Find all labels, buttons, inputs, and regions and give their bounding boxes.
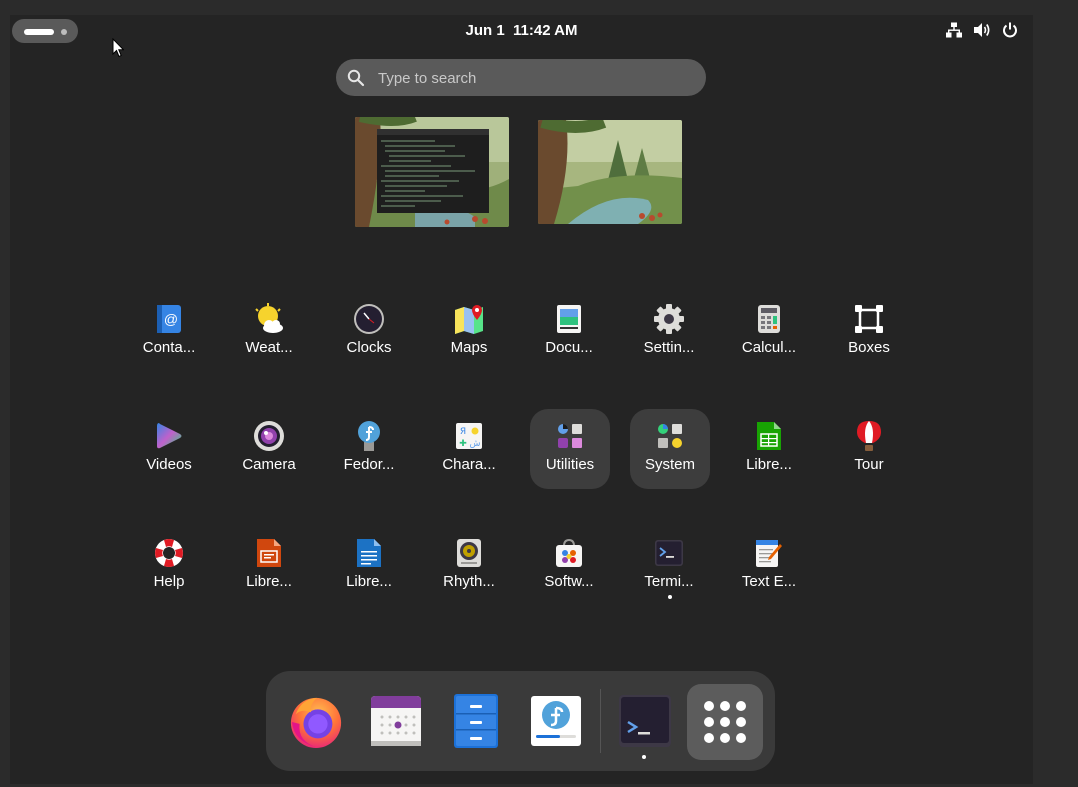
libreoffice-impress-icon xyxy=(253,537,285,569)
text-editor-icon xyxy=(753,537,785,569)
app-label: Calcul... xyxy=(741,339,797,356)
app-label: Boxes xyxy=(848,339,890,356)
app-label: Clocks xyxy=(346,339,392,356)
app-boxes[interactable]: Boxes xyxy=(829,292,909,372)
app-label: Fedor... xyxy=(343,456,395,473)
weather-icon xyxy=(253,303,285,335)
app-libreoffice-impress[interactable]: Libre... xyxy=(229,526,309,606)
app-label: System xyxy=(644,456,695,473)
workspace-2-thumbnail[interactable] xyxy=(538,120,682,224)
app-software[interactable]: Softw... xyxy=(529,526,609,606)
app-characters[interactable]: Я ✚ ش Chara... xyxy=(429,409,509,489)
svg-text:ش: ش xyxy=(470,439,481,449)
clock[interactable]: Jun 1 11:42 AM xyxy=(10,22,1033,39)
calculator-icon xyxy=(753,303,785,335)
svg-text:✚: ✚ xyxy=(459,439,467,449)
boxes-icon xyxy=(853,303,885,335)
app-tour[interactable]: Tour xyxy=(829,409,909,489)
files-icon[interactable] xyxy=(448,693,504,749)
workspace-1-thumbnail[interactable] xyxy=(355,117,509,227)
app-label: Conta... xyxy=(142,339,196,356)
app-clocks[interactable]: Clocks xyxy=(329,292,409,372)
app-terminal[interactable]: Termi... xyxy=(629,526,709,606)
app-help[interactable]: Help xyxy=(129,526,209,606)
system-tray[interactable] xyxy=(945,21,1019,39)
app-fedora-media-writer[interactable]: Fedor... xyxy=(329,409,409,489)
settings-icon xyxy=(653,303,685,335)
network-icon[interactable] xyxy=(945,21,963,39)
firefox-icon[interactable] xyxy=(288,693,344,749)
app-label: Utilities xyxy=(545,456,595,473)
show-apps-icon xyxy=(704,701,746,743)
app-maps[interactable]: Maps xyxy=(429,292,509,372)
fedora-installer-icon[interactable] xyxy=(528,693,584,749)
app-libreoffice-writer[interactable]: Libre... xyxy=(329,526,409,606)
running-indicator xyxy=(642,755,646,759)
svg-text:Я: Я xyxy=(460,427,466,437)
app-label: Settin... xyxy=(643,339,695,356)
contacts-icon: @ xyxy=(153,303,185,335)
app-weather[interactable]: Weat... xyxy=(229,292,309,372)
search-bar[interactable] xyxy=(336,59,706,98)
top-bar: Jun 1 11:42 AM xyxy=(10,15,1033,47)
running-indicator xyxy=(668,595,672,599)
app-calculator[interactable]: Calcul... xyxy=(729,292,809,372)
app-label: Rhyth... xyxy=(443,573,495,590)
app-label: Camera xyxy=(242,456,296,473)
terminal-icon xyxy=(653,537,685,569)
folder-system[interactable]: System xyxy=(630,409,710,489)
videos-icon xyxy=(153,420,185,452)
app-label: Termi... xyxy=(644,573,694,590)
mouse-cursor-icon xyxy=(112,37,125,63)
document-viewer-icon xyxy=(553,303,585,335)
characters-icon: Я ✚ ش xyxy=(453,420,485,452)
app-videos[interactable]: Videos xyxy=(129,409,209,489)
app-label: Help xyxy=(153,573,185,590)
app-label: Libre... xyxy=(246,573,292,590)
utilities-folder-icon xyxy=(554,420,586,452)
app-label: Text E... xyxy=(741,573,797,590)
app-label: Softw... xyxy=(544,573,594,590)
app-label: Libre... xyxy=(346,573,392,590)
clock-time: 11:42 AM xyxy=(513,22,578,39)
app-rhythmbox[interactable]: Rhyth... xyxy=(429,526,509,606)
app-label: Docu... xyxy=(545,339,593,356)
volume-icon[interactable] xyxy=(973,21,991,39)
dash xyxy=(266,671,775,771)
app-libreoffice-calc[interactable]: Libre... xyxy=(729,409,809,489)
search-icon xyxy=(347,69,365,92)
calendar-icon[interactable] xyxy=(368,693,424,749)
clock-date: Jun 1 xyxy=(465,22,505,39)
system-folder-icon xyxy=(654,420,686,452)
show-apps-button[interactable] xyxy=(687,684,763,760)
app-text-editor[interactable]: Text E... xyxy=(729,526,809,606)
maps-icon xyxy=(453,303,485,335)
app-label: Libre... xyxy=(746,456,792,473)
svg-text:@: @ xyxy=(164,311,178,327)
overview-screen: Jun 1 11:42 AM Type to search @ Conta...… xyxy=(10,15,1033,784)
fedora-media-writer-icon xyxy=(353,420,385,452)
software-icon xyxy=(553,537,585,569)
libreoffice-writer-icon xyxy=(353,537,385,569)
camera-icon xyxy=(253,420,285,452)
libreoffice-calc-icon xyxy=(753,420,785,452)
app-label: Weat... xyxy=(245,339,293,356)
app-settings[interactable]: Settin... xyxy=(629,292,709,372)
app-contacts[interactable]: @ Conta... xyxy=(129,292,209,372)
dash-separator xyxy=(600,689,601,753)
rhythmbox-icon xyxy=(453,537,485,569)
tour-icon xyxy=(853,420,885,452)
search-input[interactable] xyxy=(376,59,690,98)
app-label: Tour xyxy=(854,456,884,473)
clocks-icon xyxy=(353,303,385,335)
power-icon[interactable] xyxy=(1001,21,1019,39)
folder-utilities[interactable]: Utilities xyxy=(530,409,610,489)
app-document-viewer[interactable]: Docu... xyxy=(529,292,609,372)
app-label: Chara... xyxy=(442,456,496,473)
help-icon xyxy=(153,537,185,569)
app-camera[interactable]: Camera xyxy=(229,409,309,489)
terminal-icon[interactable] xyxy=(617,693,673,749)
app-label: Videos xyxy=(146,456,192,473)
app-label: Maps xyxy=(450,339,488,356)
